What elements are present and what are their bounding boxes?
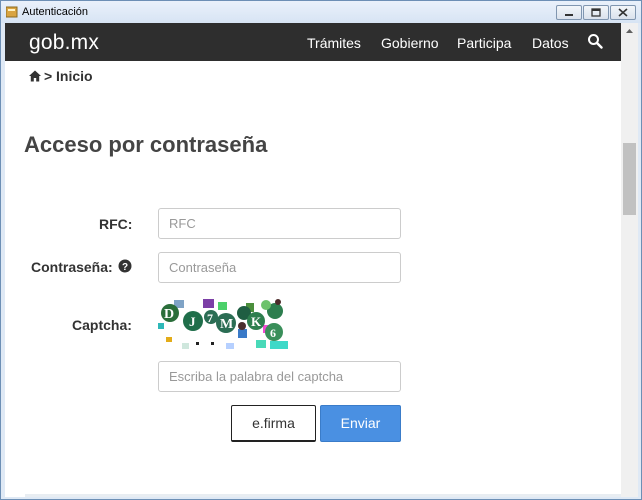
- home-icon[interactable]: [29, 70, 41, 82]
- svg-text:?: ?: [122, 262, 128, 273]
- captcha-input[interactable]: [158, 361, 401, 392]
- svg-text:K: K: [251, 314, 262, 329]
- navbar: gob.mx Trámites Gobierno Participa Datos: [5, 23, 621, 61]
- rfc-input[interactable]: [158, 208, 401, 239]
- minimize-icon: [565, 14, 573, 16]
- enviar-button[interactable]: Enviar: [320, 405, 401, 442]
- svg-text:7: 7: [207, 311, 213, 325]
- close-button[interactable]: [610, 5, 636, 20]
- password-input[interactable]: [158, 252, 401, 283]
- nav-link-datos[interactable]: Datos: [532, 35, 569, 51]
- maximize-icon: [591, 8, 601, 17]
- breadcrumb-inicio[interactable]: Inicio: [56, 68, 93, 84]
- title-bar: Autenticación: [1, 1, 641, 23]
- scrollbar-thumb[interactable]: [623, 143, 636, 215]
- close-icon: [618, 8, 628, 17]
- vertical-scrollbar[interactable]: [621, 23, 638, 497]
- app-window: Autenticación gob.mx Trámites Gobierno P…: [0, 0, 642, 500]
- password-label: Contraseña:: [31, 259, 113, 275]
- svg-text:D: D: [164, 307, 174, 322]
- minimize-button[interactable]: [556, 5, 582, 20]
- captcha-label: Captcha:: [72, 317, 132, 333]
- window-title: Autenticación: [22, 6, 89, 18]
- svg-text:M: M: [220, 317, 233, 332]
- app-icon: [6, 6, 18, 18]
- browser-content: gob.mx Trámites Gobierno Participa Datos…: [5, 23, 638, 497]
- search-icon[interactable]: [587, 33, 603, 49]
- help-icon[interactable]: ?: [118, 259, 132, 273]
- page-title: Acceso por contraseña: [24, 132, 268, 157]
- svg-text:J: J: [189, 314, 196, 329]
- breadcrumb-separator: >: [44, 68, 53, 84]
- svg-text:6: 6: [270, 326, 276, 340]
- scroll-up-arrow-icon[interactable]: [621, 23, 638, 40]
- nav-link-participa[interactable]: Participa: [457, 35, 511, 51]
- gobmx-logo[interactable]: gob.mx: [29, 31, 99, 55]
- captcha-image: D J 7 M K 6: [158, 299, 288, 349]
- nav-link-tramites[interactable]: Trámites: [307, 35, 361, 51]
- efirma-button[interactable]: e.firma: [231, 405, 316, 442]
- nav-link-gobierno[interactable]: Gobierno: [381, 35, 439, 51]
- rfc-label: RFC:: [99, 216, 133, 232]
- maximize-button[interactable]: [583, 5, 609, 20]
- footer-divider: [25, 494, 621, 497]
